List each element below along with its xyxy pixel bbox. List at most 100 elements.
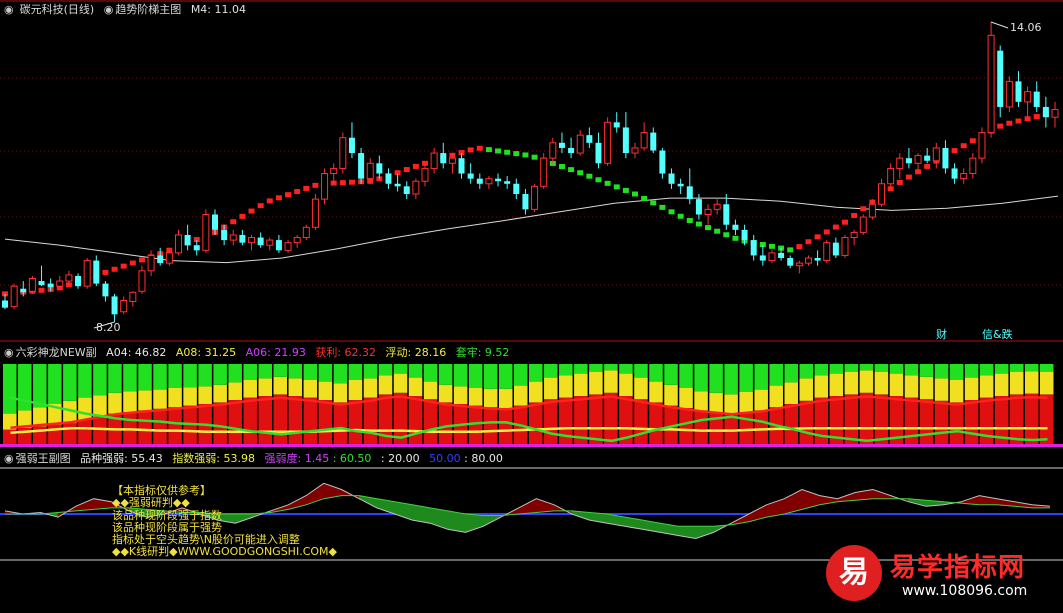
candle-body bbox=[376, 163, 383, 174]
candle-body bbox=[650, 132, 657, 151]
bar-huoli bbox=[634, 399, 648, 444]
bar-taolao bbox=[153, 364, 167, 390]
candle-body bbox=[65, 274, 73, 282]
bar-fudong bbox=[123, 391, 137, 412]
candle-body bbox=[174, 234, 182, 254]
bar-fudong bbox=[589, 372, 603, 395]
bar-huoli bbox=[273, 394, 288, 444]
bar-fudong bbox=[288, 378, 303, 396]
candle-body bbox=[631, 147, 639, 154]
candle-body bbox=[129, 291, 137, 303]
bar-huoli bbox=[919, 399, 934, 444]
bar-huoli bbox=[874, 394, 889, 444]
bar-fudong bbox=[468, 388, 483, 406]
bar-fudong bbox=[859, 370, 874, 393]
step-mark bbox=[239, 213, 246, 219]
bar-taolao bbox=[318, 364, 333, 382]
bar-fudong bbox=[408, 377, 423, 396]
bar-huoli bbox=[318, 400, 333, 444]
candle-body bbox=[421, 167, 429, 182]
candle-body bbox=[56, 280, 64, 287]
candle-body bbox=[111, 296, 118, 315]
bar-huoli bbox=[363, 397, 378, 444]
bar-taolao bbox=[964, 364, 979, 378]
bar-fudong bbox=[438, 384, 453, 403]
bar-fudong bbox=[1024, 371, 1039, 394]
candle-body bbox=[348, 137, 355, 154]
step-mark bbox=[668, 209, 675, 215]
tag-cai: 财 bbox=[936, 328, 947, 341]
candle-body bbox=[412, 180, 420, 195]
candle-body bbox=[212, 214, 218, 230]
candle-body bbox=[668, 173, 675, 184]
candle-body bbox=[549, 142, 557, 159]
candle-body bbox=[878, 183, 886, 205]
bar-huoli bbox=[784, 404, 799, 444]
step-mark bbox=[495, 148, 502, 154]
bar-fudong bbox=[769, 385, 783, 408]
step-mark bbox=[686, 218, 693, 224]
step-mark bbox=[632, 191, 638, 197]
step-mark bbox=[823, 229, 830, 235]
bar-fudong bbox=[213, 384, 227, 403]
bar-fudong bbox=[78, 397, 92, 420]
step-mark bbox=[285, 192, 292, 198]
candle-body bbox=[1033, 91, 1040, 107]
bar-taolao bbox=[213, 364, 227, 385]
bar-taolao bbox=[664, 364, 678, 385]
bar-fudong bbox=[1009, 372, 1024, 395]
bar-fudong bbox=[619, 373, 633, 396]
bar-fudong bbox=[874, 372, 889, 395]
candle-body bbox=[586, 135, 593, 143]
candle-body bbox=[823, 242, 831, 262]
bar-fudong bbox=[799, 378, 814, 401]
bar-fudong bbox=[994, 373, 1009, 396]
bar-fudong bbox=[378, 375, 393, 395]
step-mark bbox=[531, 154, 538, 160]
candle-body bbox=[165, 252, 173, 264]
bar-taolao bbox=[799, 364, 814, 379]
step-mark bbox=[504, 149, 511, 155]
candle-body bbox=[1042, 106, 1049, 118]
step-mark bbox=[924, 163, 931, 169]
note-line: ◆◆K线研判◆WWW.GOODGONGSHI.COM◆ bbox=[112, 545, 337, 559]
candle-body bbox=[795, 262, 803, 267]
step-mark bbox=[705, 225, 712, 231]
bar-taolao bbox=[529, 364, 543, 382]
candle-body bbox=[330, 167, 338, 175]
bar-taolao bbox=[483, 364, 498, 389]
bar-huoli bbox=[303, 397, 318, 444]
candle-body bbox=[257, 237, 264, 246]
candle-body bbox=[804, 257, 812, 264]
candle-body bbox=[787, 258, 794, 266]
candle-body bbox=[229, 234, 237, 241]
candle-body bbox=[403, 186, 410, 195]
bar-fudong bbox=[483, 388, 498, 408]
step-mark bbox=[248, 208, 255, 214]
candle-body bbox=[275, 240, 282, 251]
bar-fudong bbox=[183, 387, 197, 406]
bar-huoli bbox=[1009, 394, 1024, 444]
step-mark bbox=[622, 187, 629, 193]
bar-fudong bbox=[904, 375, 919, 398]
candle-body bbox=[741, 229, 748, 241]
step-mark bbox=[230, 219, 237, 225]
step-mark bbox=[111, 266, 118, 272]
candle-body bbox=[1051, 109, 1059, 118]
candle-body bbox=[576, 134, 584, 154]
candle-body bbox=[604, 121, 612, 164]
strength-fill bbox=[447, 510, 466, 533]
bar-taolao bbox=[108, 364, 122, 393]
step-mark bbox=[714, 228, 721, 234]
candle-body bbox=[622, 127, 629, 154]
bar-fudong bbox=[694, 391, 708, 411]
bar-huoli bbox=[78, 420, 92, 444]
bar-taolao bbox=[544, 364, 558, 378]
candle-body bbox=[184, 234, 191, 246]
step-mark bbox=[312, 182, 319, 188]
step-mark bbox=[568, 167, 575, 173]
candle-body bbox=[1015, 81, 1022, 102]
bar-huoli bbox=[498, 408, 513, 444]
step-mark bbox=[613, 184, 620, 190]
candle-body bbox=[311, 198, 319, 228]
